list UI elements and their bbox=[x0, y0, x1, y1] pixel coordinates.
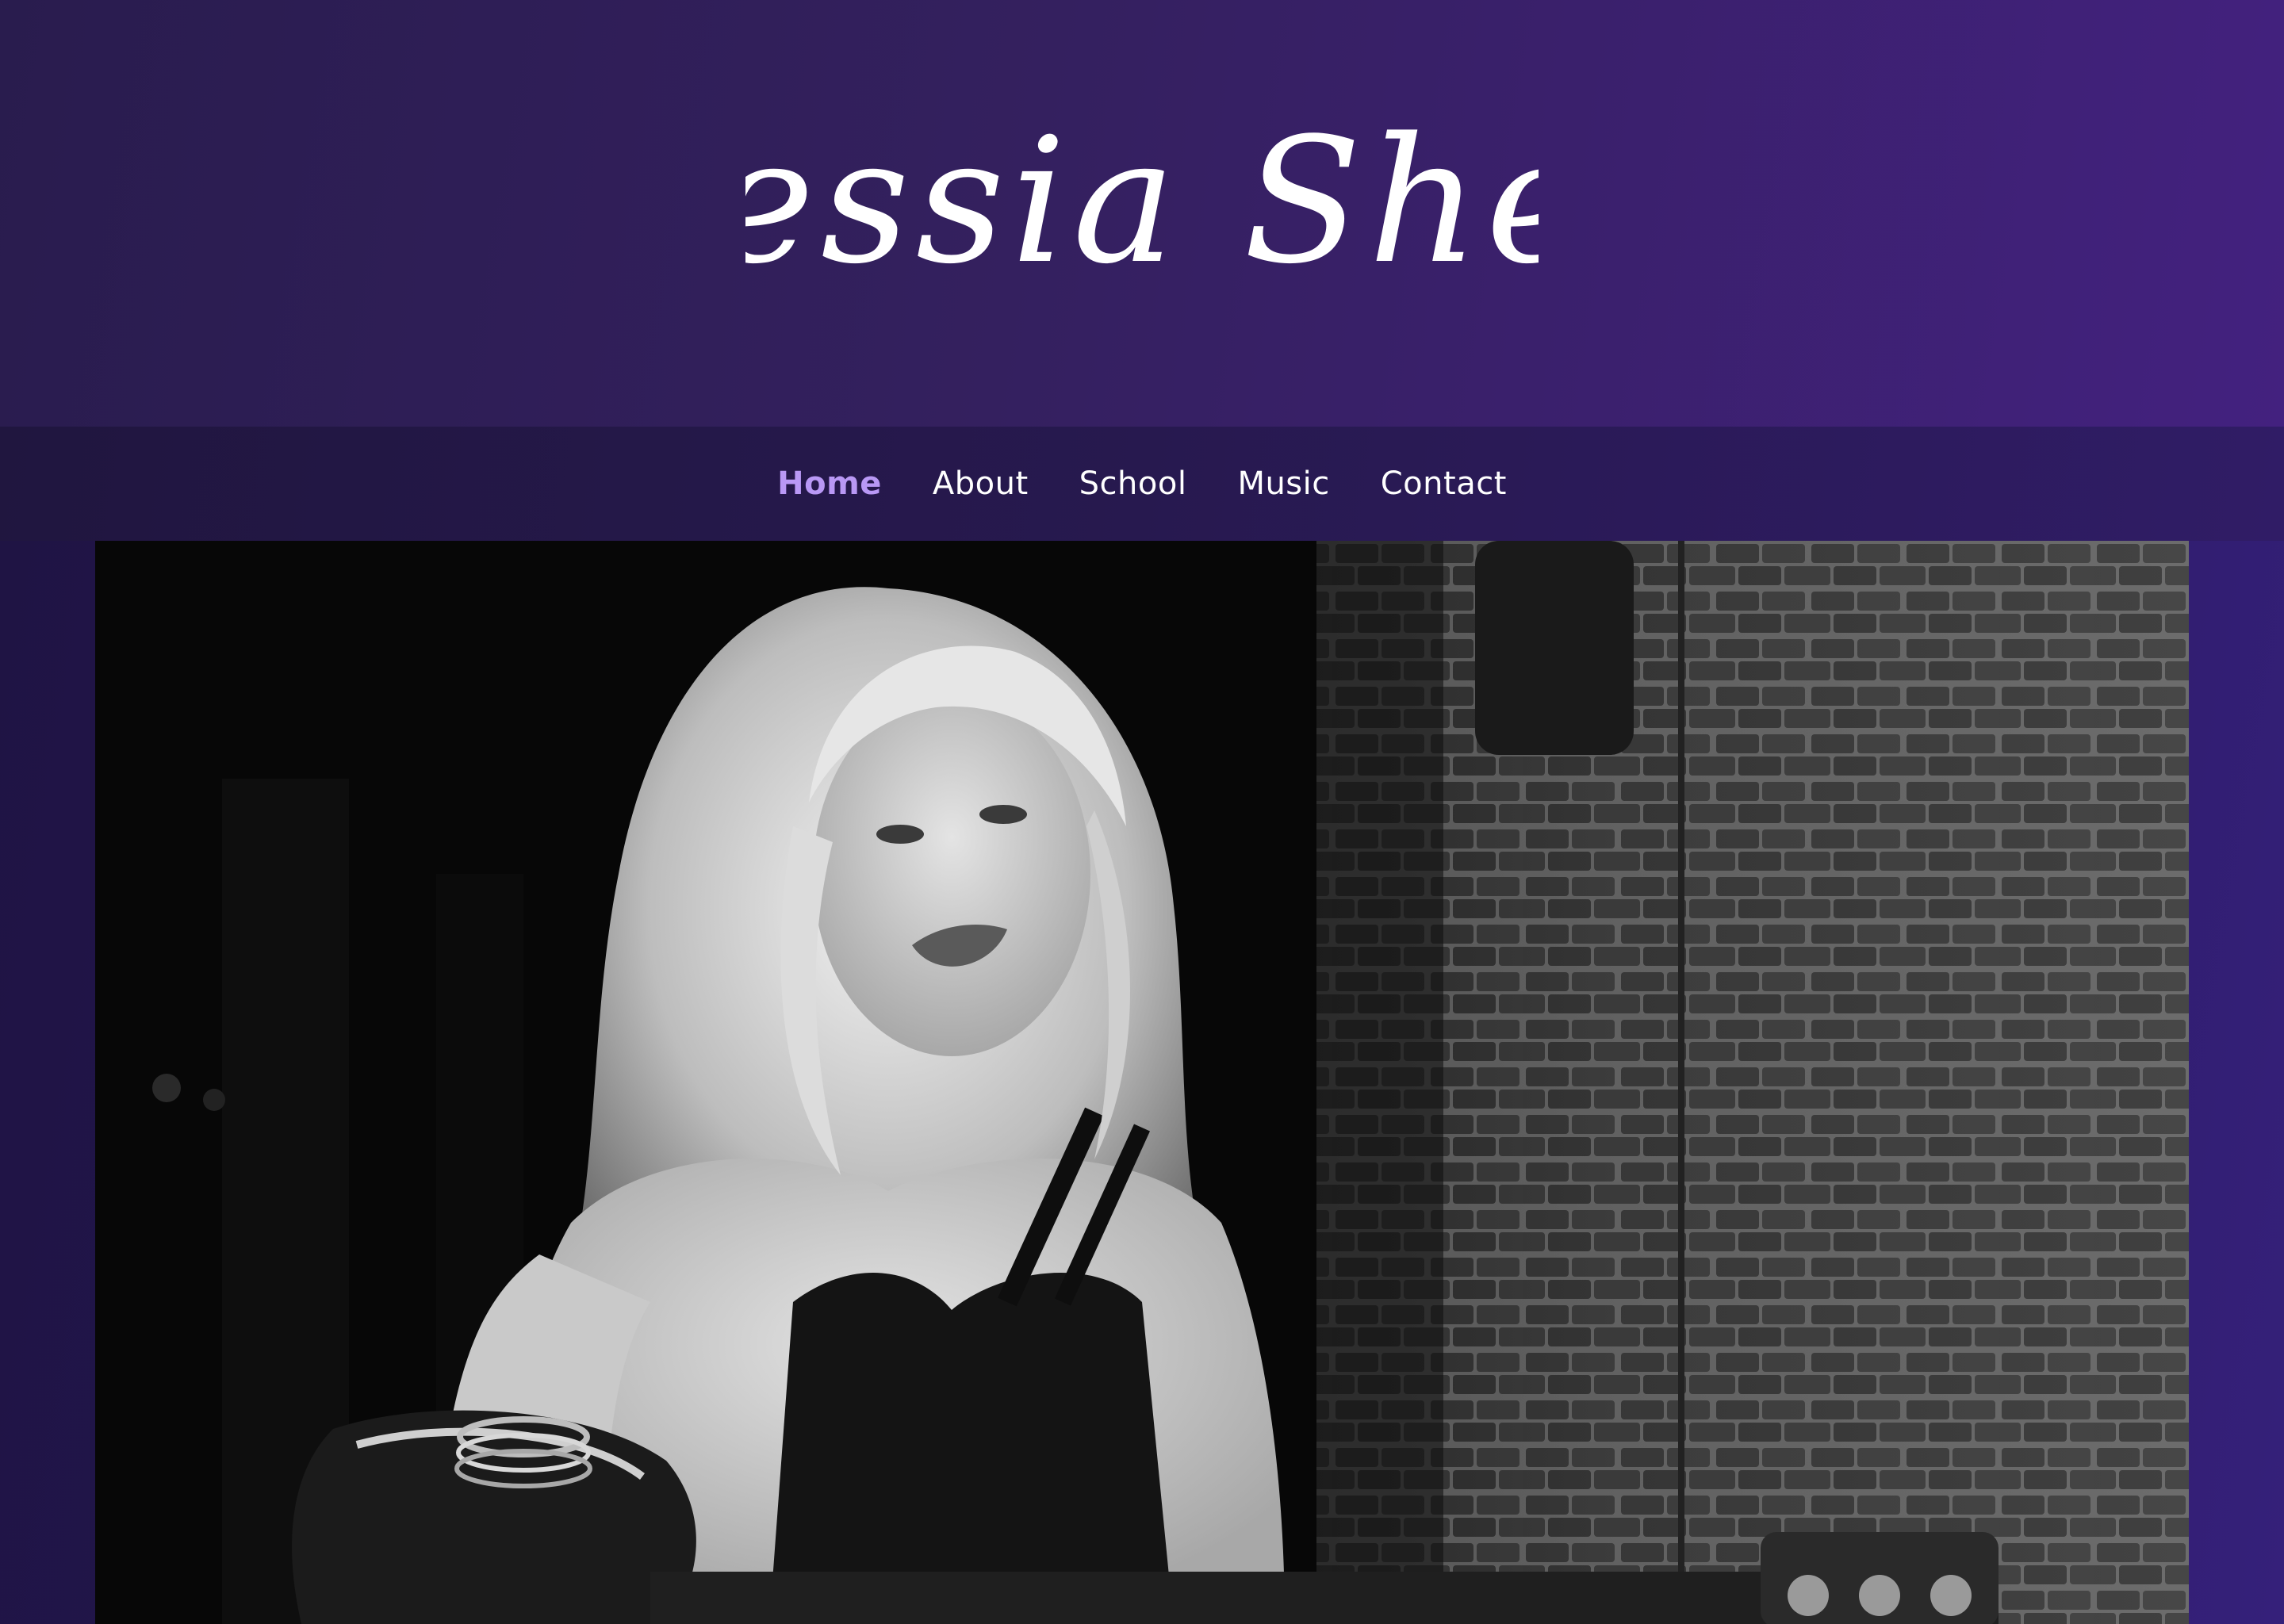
site-logo[interactable]: Alessia Shem bbox=[0, 0, 2284, 427]
logo-wordmark: Alessia Shem bbox=[745, 110, 1539, 302]
hero-image bbox=[95, 541, 2189, 1624]
site-header: Alessia Shem bbox=[0, 0, 2284, 427]
site-title: Alessia Shem bbox=[745, 110, 1539, 302]
nav-item-about[interactable]: About bbox=[933, 465, 1029, 502]
nav-item-home[interactable]: Home bbox=[777, 465, 882, 502]
hero-photo-illustration bbox=[95, 541, 2189, 1624]
nav-item-school[interactable]: School bbox=[1079, 465, 1187, 502]
nav-item-contact[interactable]: Contact bbox=[1381, 465, 1507, 502]
nav-item-music[interactable]: Music bbox=[1237, 465, 1329, 502]
main-navigation: Home About School Music Contact bbox=[0, 427, 2284, 541]
